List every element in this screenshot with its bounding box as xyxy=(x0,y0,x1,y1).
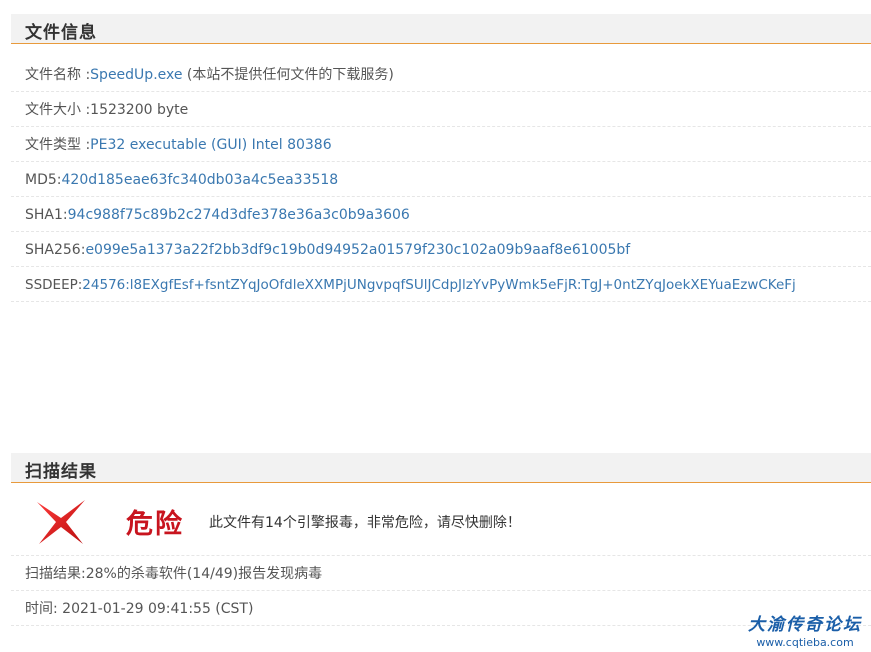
sha256-label: SHA256 xyxy=(25,242,81,258)
page: 文件信息 文件名称 :SpeedUp.exe (本站不提供任何文件的下载服务) … xyxy=(0,0,871,652)
danger-banner: 危险 此文件有14个引擎报毒，非常危险，请尽快删除！ xyxy=(11,488,871,556)
ssdeep-value: 24576:l8EXgfEsf+fsntZYqJoOfdleXXMPjUNgvp… xyxy=(82,277,796,293)
scan-result-header: 扫描结果 xyxy=(11,453,871,483)
danger-label: 危险 xyxy=(126,509,184,540)
scan-result-row: 扫描结果:28%的杀毒软件(14/49)报告发现病毒 xyxy=(11,557,871,591)
scan-result-label: 扫描结果 xyxy=(25,566,81,582)
time-row: 时间: 2021-01-29 09:41:55 (CST) xyxy=(11,592,871,626)
file-size-sep: : xyxy=(81,102,91,118)
file-name-value: SpeedUp.exe xyxy=(90,67,183,83)
watermark-url: www.cqtieba.com xyxy=(756,636,854,649)
download-note: (本站不提供任何文件的下载服务) xyxy=(182,67,394,83)
scan-result-value: :28%的杀毒软件(14/49)报告发现病毒 xyxy=(81,566,323,582)
file-name-label: 文件名称 xyxy=(25,67,81,83)
file-size-row: 文件大小 :1523200 byte xyxy=(11,93,871,127)
red-x-icon xyxy=(37,500,85,544)
file-name-row: 文件名称 :SpeedUp.exe (本站不提供任何文件的下载服务) xyxy=(11,58,871,92)
sha256-value: e099e5a1373a22f2bb3df9c19b0d94952a01579f… xyxy=(85,242,631,258)
sha1-value: 94c988f75c89b2c274d3dfe378e36a3c0b9a3606 xyxy=(67,207,410,223)
danger-description: 此文件有14个引擎报毒，非常危险，请尽快删除！ xyxy=(209,515,521,531)
sha256-row: SHA256:e099e5a1373a22f2bb3df9c19b0d94952… xyxy=(11,233,871,267)
file-type-label: 文件类型 xyxy=(25,137,81,153)
time-label: 时间 xyxy=(25,601,53,617)
site-watermark: 大渝传奇论坛 www.cqtieba.com xyxy=(745,610,865,649)
watermark-title: 大渝传奇论坛 xyxy=(748,615,862,635)
file-info-header: 文件信息 xyxy=(11,14,871,44)
sha1-row: SHA1:94c988f75c89b2c274d3dfe378e36a3c0b9… xyxy=(11,198,871,232)
ssdeep-row: SSDEEP:24576:l8EXgfEsf+fsntZYqJoOfdleXXM… xyxy=(11,268,871,302)
file-type-sep: : xyxy=(81,137,91,153)
md5-value: 420d185eae63fc340db03a4c5ea33518 xyxy=(61,172,339,188)
file-size-value: 1523200 byte xyxy=(90,102,189,118)
sha1-label: SHA1 xyxy=(25,207,63,223)
file-info-title: 文件信息 xyxy=(25,23,97,43)
md5-row: MD5:420d185eae63fc340db03a4c5ea33518 xyxy=(11,163,871,197)
file-name-sep: : xyxy=(81,67,91,83)
scan-result-title: 扫描结果 xyxy=(25,462,97,482)
time-value: : 2021-01-29 09:41:55 (CST) xyxy=(53,601,254,617)
ssdeep-label: SSDEEP xyxy=(25,277,78,293)
file-type-value: PE32 executable (GUI) Intel 80386 xyxy=(90,137,332,153)
md5-label: MD5 xyxy=(25,172,57,188)
file-type-row: 文件类型 :PE32 executable (GUI) Intel 80386 xyxy=(11,128,871,162)
file-size-label: 文件大小 xyxy=(25,102,81,118)
